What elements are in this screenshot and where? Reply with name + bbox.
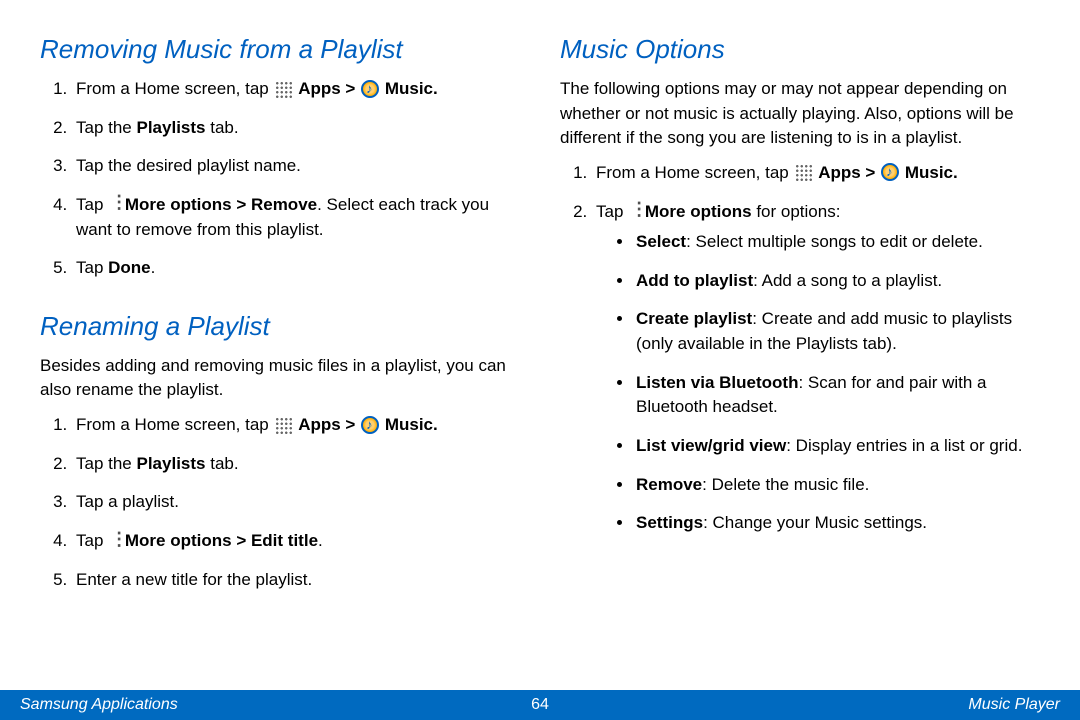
page-body: Removing Music from a Playlist From a Ho… — [0, 0, 1080, 670]
text: Tap — [596, 202, 628, 221]
list-item: List view/grid view: Display entries in … — [634, 434, 1040, 459]
list-item: Tap the desired playlist name. — [72, 154, 520, 179]
steps-renaming: From a Home screen, tap Apps > Music. Ta… — [40, 413, 520, 592]
list-item: Tap More options > Edit title. — [72, 529, 520, 554]
text-bold: Add to playlist — [636, 271, 753, 290]
apps-icon — [274, 416, 292, 434]
text-bold: Apps > — [818, 163, 880, 182]
footer-right: Music Player — [968, 696, 1060, 714]
text-bold: More options — [645, 202, 752, 221]
text-bold: More options > Edit title — [125, 531, 318, 550]
text: . — [151, 258, 156, 277]
text-bold: Remove — [636, 475, 702, 494]
music-icon — [881, 163, 899, 181]
text: Tap the — [76, 118, 137, 137]
text-bold: Apps > — [298, 415, 360, 434]
text: tab. — [206, 118, 239, 137]
list-item: Enter a new title for the playlist. — [72, 568, 520, 593]
heading-music-options: Music Options — [560, 34, 1040, 65]
footer-left: Samsung Applications — [20, 696, 178, 714]
text-bold: Done — [108, 258, 151, 277]
text: : Display entries in a list or grid. — [786, 436, 1022, 455]
text: Tap — [76, 195, 108, 214]
text: From a Home screen, tap — [76, 415, 273, 434]
text-bold: Select — [636, 232, 686, 251]
list-item: Tap Done. — [72, 256, 520, 281]
heading-removing: Removing Music from a Playlist — [40, 34, 520, 65]
text: Tap — [76, 258, 108, 277]
list-item: Create playlist: Create and add music to… — [634, 307, 1040, 356]
more-options-icon — [630, 202, 638, 220]
steps-options: From a Home screen, tap Apps > Music. Ta… — [560, 161, 1040, 536]
text-bold: Music. — [385, 415, 438, 434]
list-item: Tap the Playlists tab. — [72, 116, 520, 141]
text-bold: Music. — [385, 79, 438, 98]
text-bold: Settings — [636, 513, 703, 532]
list-item: From a Home screen, tap Apps > Music. — [72, 77, 520, 102]
text: Tap the — [76, 454, 137, 473]
list-item: Tap the Playlists tab. — [72, 452, 520, 477]
heading-renaming: Renaming a Playlist — [40, 311, 520, 342]
text: : Change your Music settings. — [703, 513, 927, 532]
text: Tap — [76, 531, 108, 550]
left-column: Removing Music from a Playlist From a Ho… — [40, 30, 520, 670]
list-item: From a Home screen, tap Apps > Music. — [72, 413, 520, 438]
text: : Select multiple songs to edit or delet… — [686, 232, 983, 251]
list-item: Settings: Change your Music settings. — [634, 511, 1040, 536]
text: : Add a song to a playlist. — [753, 271, 942, 290]
paragraph: The following options may or may not app… — [560, 77, 1040, 151]
text-bold: Music. — [905, 163, 958, 182]
paragraph: Besides adding and removing music files … — [40, 354, 520, 403]
apps-icon — [274, 80, 292, 98]
text-bold: List view/grid view — [636, 436, 786, 455]
right-column: Music Options The following options may … — [560, 30, 1040, 670]
more-options-icon — [110, 195, 118, 213]
list-item: Select: Select multiple songs to edit or… — [634, 230, 1040, 255]
options-bullets: Select: Select multiple songs to edit or… — [596, 230, 1040, 536]
list-item: Tap a playlist. — [72, 490, 520, 515]
text: . — [318, 531, 323, 550]
text-bold: More options > Remove — [125, 195, 317, 214]
music-icon — [361, 416, 379, 434]
text: tab. — [206, 454, 239, 473]
text: : Delete the music file. — [702, 475, 869, 494]
list-item: Tap More options for options: Select: Se… — [592, 200, 1040, 536]
text-bold: Playlists — [137, 454, 206, 473]
list-item: From a Home screen, tap Apps > Music. — [592, 161, 1040, 186]
steps-removing: From a Home screen, tap Apps > Music. Ta… — [40, 77, 520, 281]
text-bold: Apps > — [298, 79, 360, 98]
footer-page-number: 64 — [531, 696, 549, 714]
list-item: Tap More options > Remove. Select each t… — [72, 193, 520, 242]
list-item: Add to playlist: Add a song to a playlis… — [634, 269, 1040, 294]
text-bold: Listen via Bluetooth — [636, 373, 798, 392]
text-bold: Playlists — [137, 118, 206, 137]
text: for options: — [752, 202, 841, 221]
list-item: Listen via Bluetooth: Scan for and pair … — [634, 371, 1040, 420]
text-bold: Create playlist — [636, 309, 752, 328]
more-options-icon — [110, 532, 118, 550]
list-item: Remove: Delete the music file. — [634, 473, 1040, 498]
music-icon — [361, 80, 379, 98]
footer-bar: Samsung Applications 64 Music Player — [0, 690, 1080, 720]
apps-icon — [794, 163, 812, 181]
text: From a Home screen, tap — [76, 79, 273, 98]
text: From a Home screen, tap — [596, 163, 793, 182]
